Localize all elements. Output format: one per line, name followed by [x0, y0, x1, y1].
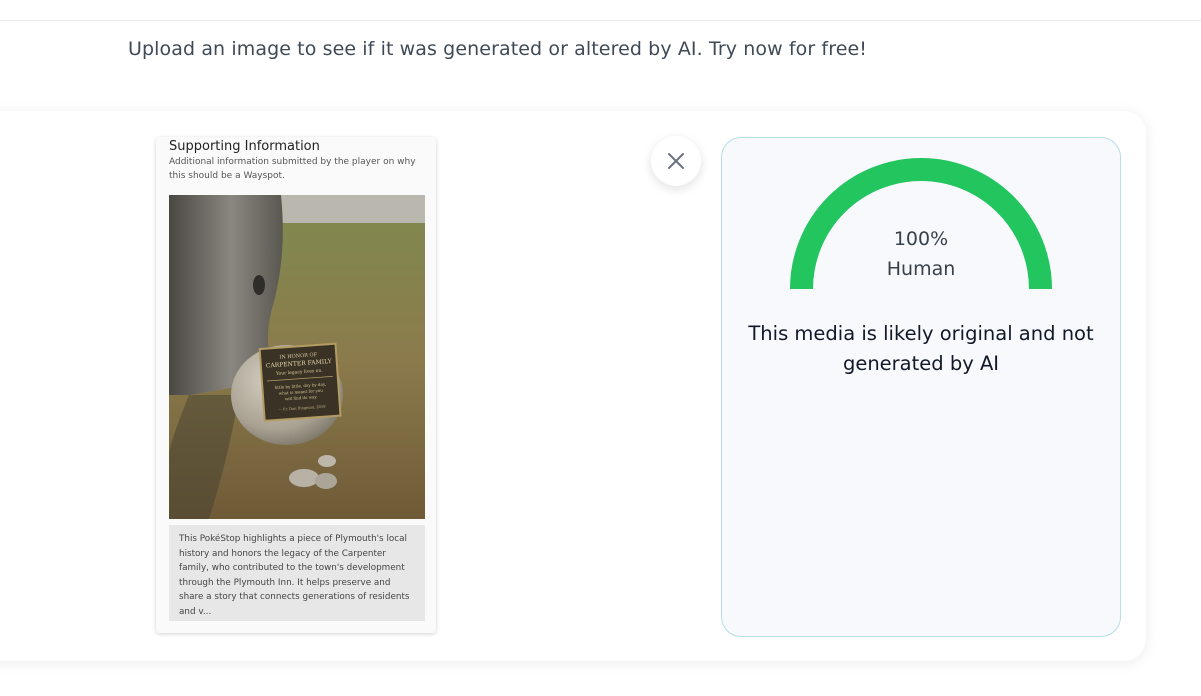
close-icon: [668, 153, 684, 169]
description-text: This PokéStop highlights a piece of Plym…: [179, 534, 410, 617]
supporting-info-heading: Supporting Information: [169, 139, 320, 154]
score-percent: 100%: [893, 228, 949, 250]
small-stone-1: [289, 469, 319, 487]
uploaded-photo: IN HONOR OF CARPENTER FAMILY Your legacy…: [169, 195, 425, 519]
score-label: Human: [886, 258, 956, 280]
path-background: [259, 195, 425, 223]
verdict-text: This media is likely original and not ge…: [748, 322, 1094, 375]
header-divider: [0, 20, 1201, 21]
page-tagline: Upload an image to see if it was generat…: [128, 38, 868, 60]
tree-knot: [253, 275, 265, 295]
memorial-plaque: IN HONOR OF CARPENTER FAMILY Your legacy…: [258, 342, 342, 422]
uploaded-image-preview: Supporting Information Additional inform…: [156, 137, 436, 633]
description-box: This PokéStop highlights a piece of Plym…: [169, 525, 425, 621]
verdict-panel: 100% Human This media is likely original…: [721, 137, 1121, 637]
small-stone-3: [318, 455, 336, 467]
close-button[interactable]: [651, 136, 701, 186]
supporting-info-subheading: Additional information submitted by the …: [169, 157, 416, 181]
small-stone-2: [315, 473, 337, 489]
